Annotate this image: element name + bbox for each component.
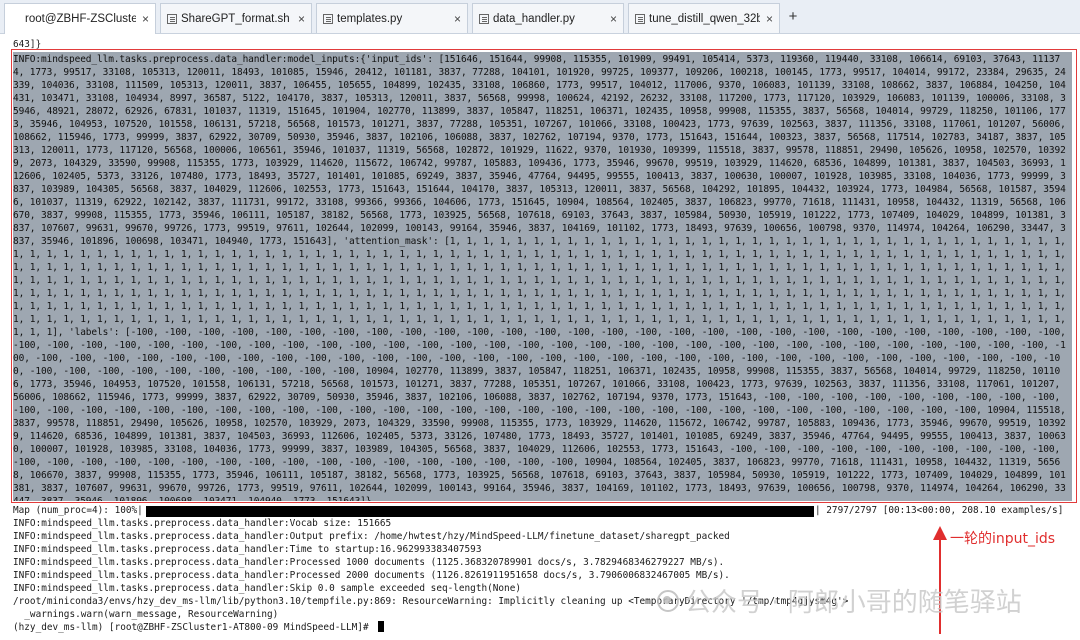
prompt-text: (hzy_dev_ms-llm) [root@ZBHF-ZSCluster1-A… [13,622,375,633]
log-line: INFO:mindspeed_llm.tasks.preprocess.data… [13,518,392,529]
tab-sharegpt-format[interactable]: ShareGPT_format.sh × [160,3,312,33]
tab-data-handler[interactable]: data_handler.py × [472,3,624,33]
progress-prefix: Map (num_proc=4): 100%| [13,505,143,516]
log-line: INFO:mindspeed_llm.tasks.preprocess.data… [13,570,730,581]
log-line: _warnings.warn(warn_message, ResourceWar… [13,609,279,620]
terminal-output[interactable]: 643]} INFO:mindspeed_llm.tasks.preproces… [0,34,1080,640]
tab-bar: root@ZBHF-ZSCluster1-AT × ShareGPT_forma… [0,0,1080,34]
tab-tune-distill[interactable]: tune_distill_qwen_32b_lora × [628,3,780,33]
watermark-text: 公众号 · 阿郎小哥的随笔驿站 [685,588,1022,618]
tab-label: ShareGPT_format.sh [181,12,290,25]
tab-templates[interactable]: templates.py × [316,3,468,33]
progress-bar [146,506,814,517]
log-line: INFO:mindspeed_llm.tasks.preprocess.data… [13,531,730,542]
annotation-label: 一轮的input_ids [950,531,1056,547]
shell-prompt[interactable]: (hzy_dev_ms-llm) [root@ZBHF-ZSCluster1-A… [13,621,385,634]
tab-label: root@ZBHF-ZSCluster1-AT [25,13,136,25]
tab-label: templates.py [337,12,403,25]
tab-label: data_handler.py [493,12,575,25]
close-icon[interactable]: × [610,12,617,26]
watermark: 公众号 · 阿郎小哥的随笔驿站 [657,582,1022,619]
file-icon [479,13,489,24]
annotation-box [11,49,1077,503]
tab-terminal[interactable]: root@ZBHF-ZSCluster1-AT × [4,3,156,34]
file-icon [167,13,177,24]
file-icon [635,13,645,24]
close-icon[interactable]: × [298,12,305,26]
wechat-logo-icon [657,589,679,612]
new-tab-button[interactable]: + [784,8,802,26]
close-icon[interactable]: × [142,12,149,26]
progress-suffix: | 2797/2797 [00:13<00:00, 208.10 example… [815,505,1064,516]
tab-label: tune_distill_qwen_32b_lora [649,12,760,25]
file-icon [323,13,333,24]
log-line: INFO:mindspeed_llm.tasks.preprocess.data… [13,557,725,568]
close-icon[interactable]: × [766,12,773,26]
log-line: INFO:mindspeed_llm.tasks.preprocess.data… [13,544,482,555]
log-line: INFO:mindspeed_llm.tasks.preprocess.data… [13,583,521,594]
close-icon[interactable]: × [454,12,461,26]
text-cursor [378,621,385,632]
